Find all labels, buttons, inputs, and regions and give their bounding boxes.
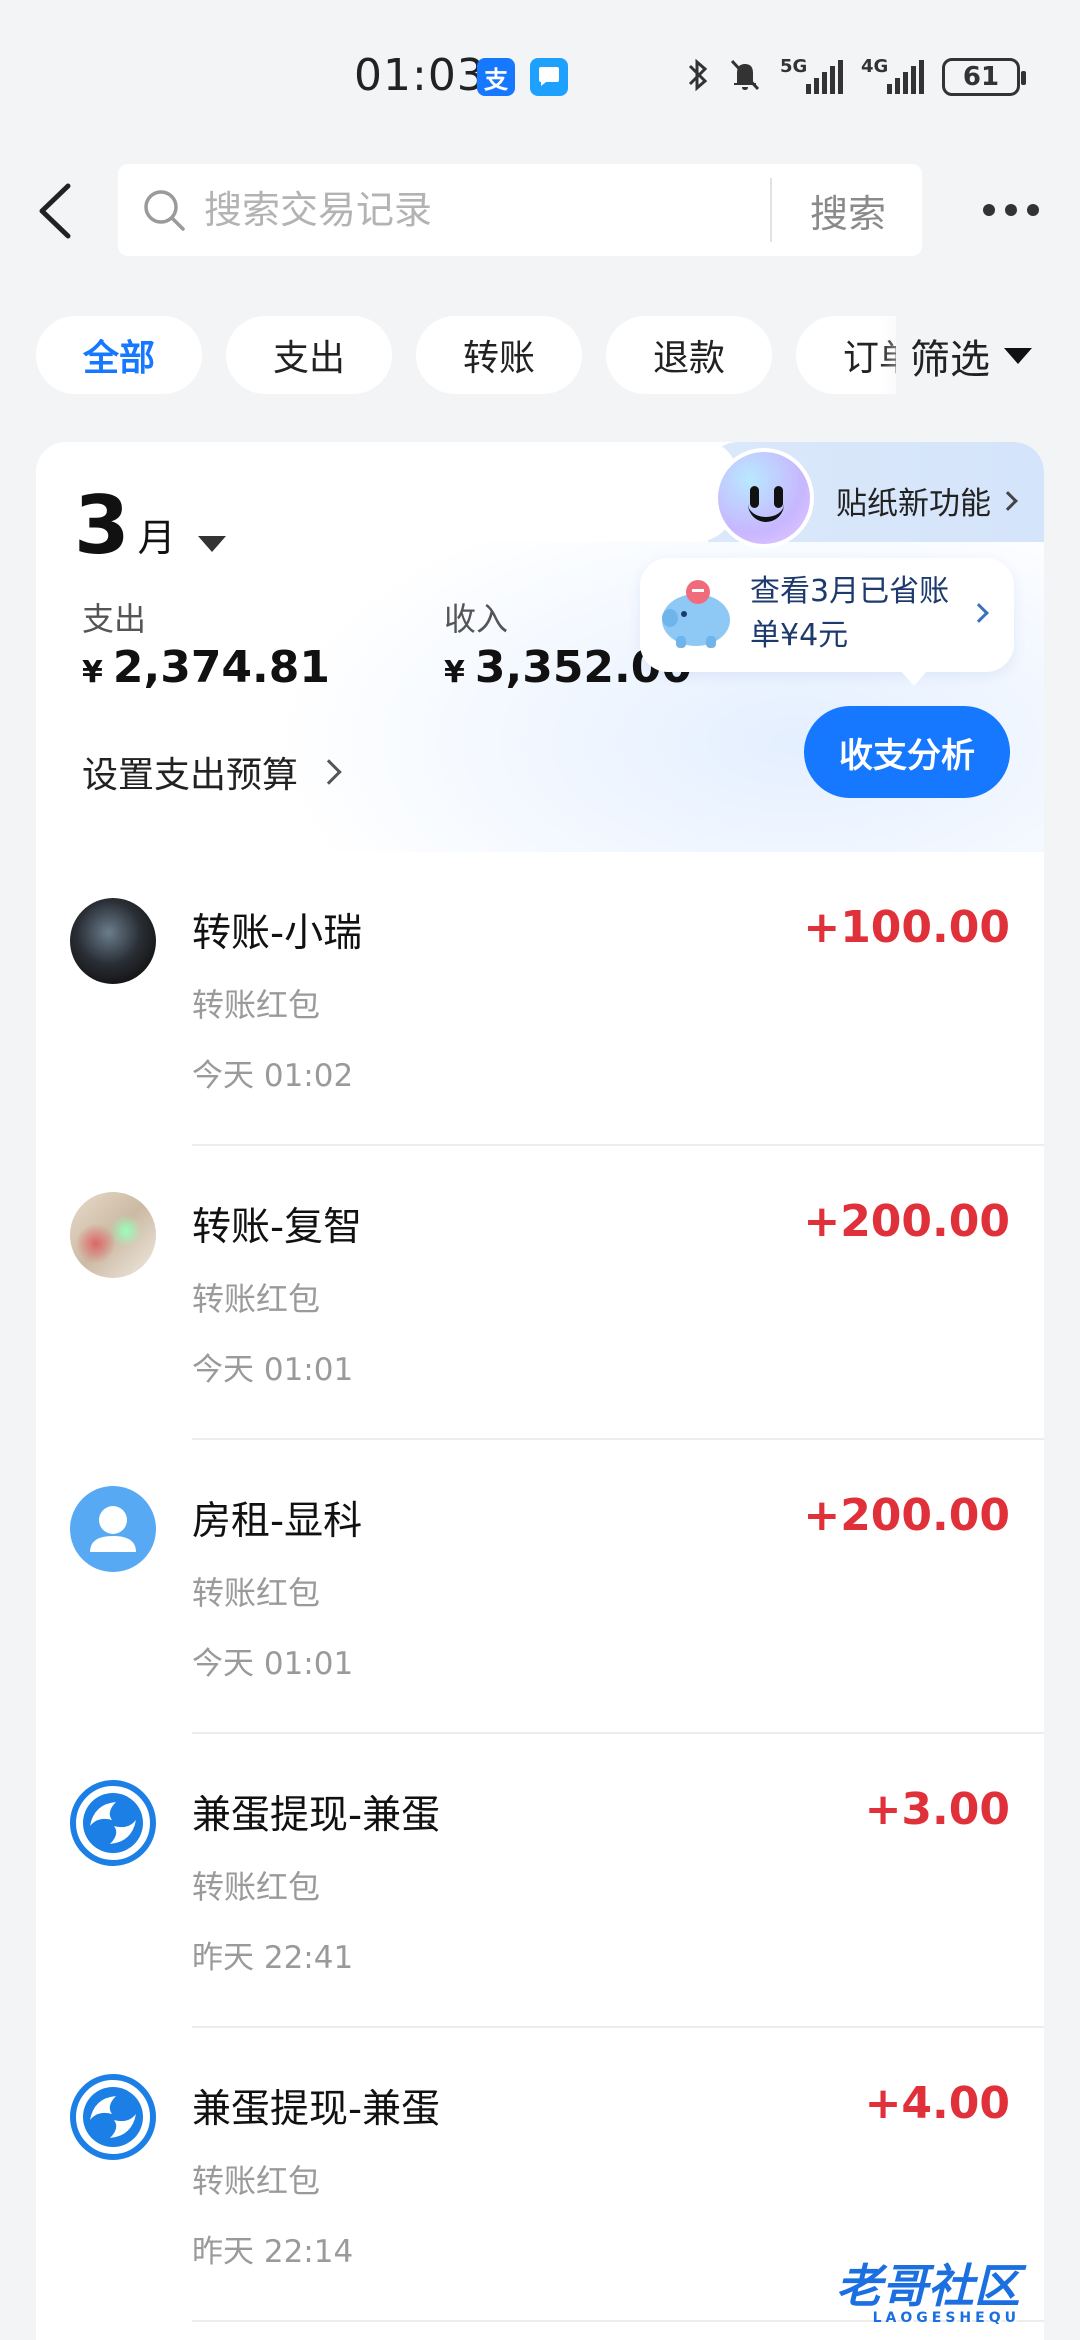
transaction-title: 兼蛋提现-兼蛋 <box>192 2087 441 2132</box>
search-divider <box>770 178 772 242</box>
chevron-right-icon <box>316 759 342 785</box>
sticker-feature-link[interactable]: 贴纸新功能 <box>836 478 1018 523</box>
currency-symbol: ¥ <box>444 655 465 690</box>
monthly-summary-card: 贴纸新功能 3 月 支出 ¥2,374.81 收入 ¥3,352.00 设置支出… <box>36 442 1044 852</box>
currency-symbol: ¥ <box>82 655 103 690</box>
income-expense-analysis-button[interactable]: 收支分析 <box>804 706 1010 798</box>
expense-total: ¥2,374.81 <box>82 642 330 693</box>
transaction-time: 昨天 22:41 <box>192 1940 354 1976</box>
default-user-avatar <box>70 1486 156 1572</box>
transaction-list: 转账-小瑞 转账红包 今天 01:02 +100.00 转账-复智 转账红包 今… <box>36 852 1044 2340</box>
status-icons: 5G 4G 61 <box>686 52 1026 102</box>
transaction-type: 转账红包 <box>192 1868 321 1906</box>
transaction-time: 今天 01:01 <box>192 1646 354 1682</box>
alipay-icon: 支 <box>477 58 515 96</box>
chip-refund[interactable]: 退款 <box>606 316 772 394</box>
chevron-right-icon <box>969 603 989 623</box>
watermark-text: 老哥社区 <box>836 2259 1020 2313</box>
income-label: 收入 <box>444 600 509 638</box>
person-icon <box>90 1506 136 1552</box>
set-budget-link[interactable]: 设置支出预算 <box>82 746 342 798</box>
bluetooth-icon <box>686 57 710 97</box>
search-input[interactable] <box>204 184 764 236</box>
month-selector[interactable]: 3 月 <box>74 486 226 566</box>
transaction-time: 昨天 22:14 <box>192 2234 354 2270</box>
chip-transfer[interactable]: 转账 <box>416 316 582 394</box>
photo-avatar <box>70 1192 156 1278</box>
transaction-title: 房租-显科 <box>192 1499 363 1544</box>
chevron-right-icon <box>998 490 1018 511</box>
transaction-amount: +100.00 <box>803 902 1010 953</box>
search-icon <box>140 186 188 238</box>
search-button[interactable]: 搜索 <box>774 164 922 256</box>
transaction-amount: +200.00 <box>803 1490 1010 1541</box>
status-time: 01:03 <box>354 50 486 101</box>
filter-label: 筛选 <box>910 337 990 383</box>
transaction-row[interactable]: 转账-小瑞 转账红包 今天 01:02 +100.00 <box>36 852 1044 1146</box>
expense-label: 支出 <box>82 600 147 638</box>
filter-button[interactable]: 筛选 <box>910 322 1032 390</box>
chip-all[interactable]: 全部 <box>36 316 202 394</box>
back-arrow-icon <box>39 183 71 239</box>
watermark: 老哥社区 LAOGESHEQU <box>836 2250 1020 2326</box>
message-icon <box>530 58 568 96</box>
transaction-title: 转账-小瑞 <box>192 911 363 956</box>
piggy-bank-icon <box>662 580 730 648</box>
swirl-logo-icon <box>83 2087 143 2147</box>
network-label-4g: 4G <box>861 56 889 77</box>
filter-chips: 全部 支出 转账 退款 订单 <box>36 316 896 396</box>
month-unit: 月 <box>137 516 176 560</box>
signal-icon: 5G <box>780 56 843 94</box>
budget-label: 设置支出预算 <box>82 755 299 796</box>
transaction-type: 转账红包 <box>192 1280 321 1318</box>
transaction-amount: +200.00 <box>803 1196 1010 1247</box>
transaction-time: 今天 01:02 <box>192 1058 354 1094</box>
more-dots-icon <box>983 204 995 216</box>
transaction-time: 今天 01:01 <box>192 1352 354 1388</box>
brand-logo-avatar <box>70 1780 156 1866</box>
brand-logo-avatar <box>70 2074 156 2160</box>
sticker-label: 贴纸新功能 <box>836 486 991 522</box>
back-button[interactable] <box>28 176 88 246</box>
chip-expense[interactable]: 支出 <box>226 316 392 394</box>
search-bar: 搜索 <box>118 164 922 256</box>
battery-icon: 61 <box>942 58 1026 96</box>
status-bar: 01:03 支 5G 4G 61 <box>0 0 1080 150</box>
mute-bell-icon <box>728 57 762 97</box>
caret-down-icon <box>197 536 226 552</box>
transaction-title: 转账-复智 <box>192 1205 363 1250</box>
swirl-logo-icon <box>83 1793 143 1853</box>
network-label-5g: 5G <box>780 56 808 77</box>
transaction-amount: +3.00 <box>864 1784 1010 1835</box>
transaction-row[interactable]: 房租-显科 转账红包 今天 01:01 +200.00 <box>36 1440 1044 1734</box>
transaction-type: 转账红包 <box>192 1574 321 1612</box>
caret-down-icon <box>1004 348 1032 364</box>
transaction-row[interactable]: 兼蛋提现-兼蛋 转账红包 昨天 22:41 +3.00 <box>36 1734 1044 2028</box>
transaction-title: 兼蛋提现-兼蛋 <box>192 1793 441 1838</box>
savings-text: 查看3月已省账单¥4元 <box>750 574 950 653</box>
signal-icon-2: 4G <box>861 56 924 94</box>
transaction-row[interactable]: 转账-复智 转账红包 今天 01:01 +200.00 <box>36 1146 1044 1440</box>
photo-avatar <box>70 898 156 984</box>
expense-value: 2,374.81 <box>112 642 330 693</box>
savings-bubble[interactable]: 查看3月已省账单¥4元 <box>640 558 1014 686</box>
month-number: 3 <box>74 479 130 572</box>
transaction-type: 转账红包 <box>192 986 321 1024</box>
transaction-type: 转账红包 <box>192 2162 321 2200</box>
more-options-button[interactable] <box>976 190 1046 230</box>
transaction-amount: +4.00 <box>864 2078 1010 2129</box>
sticker-face-icon <box>714 448 814 548</box>
